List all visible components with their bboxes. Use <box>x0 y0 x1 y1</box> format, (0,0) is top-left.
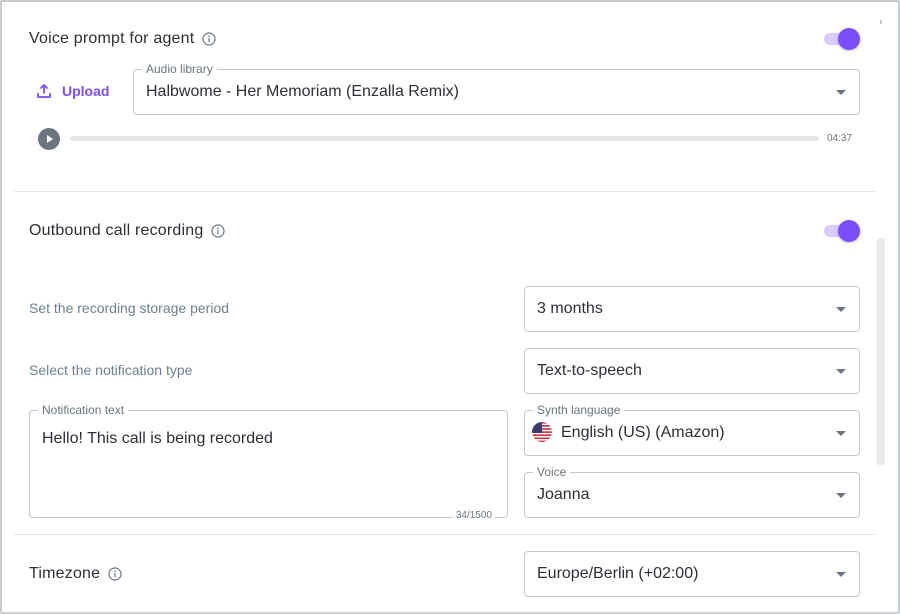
timezone-title: Timezone <box>29 565 122 583</box>
section-divider <box>14 191 876 192</box>
scrollbar[interactable] <box>877 238 885 465</box>
play-button[interactable] <box>38 128 60 150</box>
synth-language-value: English (US) (Amazon) <box>561 424 725 442</box>
timezone-title-text: Timezone <box>29 565 101 582</box>
chevron-down-icon <box>836 493 846 498</box>
outbound-recording-title-text: Outbound call recording <box>29 222 204 239</box>
notification-type-select[interactable]: Text-to-speech <box>524 348 860 394</box>
notification-type-label: Select the notification type <box>29 362 193 378</box>
upload-icon <box>37 84 51 98</box>
notification-type-value: Text-to-speech <box>537 362 642 379</box>
notification-text-value: Hello! This call is being recorded <box>42 430 273 447</box>
chevron-down-icon <box>836 572 846 577</box>
section-divider <box>14 534 876 535</box>
timezone-select[interactable]: Europe/Berlin (+02:00) <box>524 551 860 597</box>
storage-period-value: 3 months <box>537 300 603 317</box>
audio-library-label: Audio library <box>142 62 217 76</box>
synth-language-display: English (US) (Amazon) <box>532 422 725 443</box>
chevron-down-icon <box>836 90 846 95</box>
storage-period-label: Set the recording storage period <box>29 300 230 316</box>
synth-language-label: Synth language <box>533 403 625 417</box>
info-icon[interactable] <box>211 224 226 238</box>
chevron-down-icon <box>836 369 846 374</box>
settings-panel: Voice prompt for agent Upload Audio libr… <box>0 0 900 614</box>
synth-language-select[interactable]: Synth language English (US) (Amazon) <box>524 403 860 456</box>
timezone-value: Europe/Berlin (+02:00) <box>537 565 699 582</box>
toggle-thumb <box>838 220 860 242</box>
scrollbar-top-marker <box>880 20 882 24</box>
voice-prompt-toggle[interactable] <box>824 28 860 50</box>
storage-period-select[interactable]: 3 months <box>524 286 860 332</box>
audio-library-select[interactable]: Audio library Halbwome - Her Memoriam (E… <box>133 62 860 115</box>
audio-duration: 04:37 <box>827 133 853 144</box>
outbound-recording-toggle[interactable] <box>824 220 860 242</box>
notification-text-label: Notification text <box>38 403 129 417</box>
voice-prompt-title-text: Voice prompt for agent <box>29 30 195 47</box>
notification-text-input[interactable]: Notification text Hello! This call is be… <box>29 403 508 521</box>
upload-label: Upload <box>62 83 110 99</box>
voice-select[interactable]: Voice Joanna <box>524 465 860 518</box>
voice-label: Voice <box>533 465 571 479</box>
chevron-down-icon <box>836 431 846 436</box>
us-flag-icon <box>532 422 552 442</box>
info-icon[interactable] <box>202 32 216 46</box>
toggle-thumb <box>838 28 860 50</box>
audio-library-value: Halbwome - Her Memoriam (Enzalla Remix) <box>146 83 459 100</box>
voice-prompt-title: Voice prompt for agent <box>29 30 216 48</box>
chevron-down-icon <box>836 307 846 312</box>
upload-button[interactable]: Upload <box>36 80 109 102</box>
audio-progress-bar[interactable] <box>70 136 819 141</box>
voice-value: Joanna <box>537 486 590 503</box>
info-icon[interactable] <box>108 567 122 581</box>
character-counter: 34/1500 <box>452 510 495 521</box>
outbound-recording-title: Outbound call recording <box>29 222 226 240</box>
